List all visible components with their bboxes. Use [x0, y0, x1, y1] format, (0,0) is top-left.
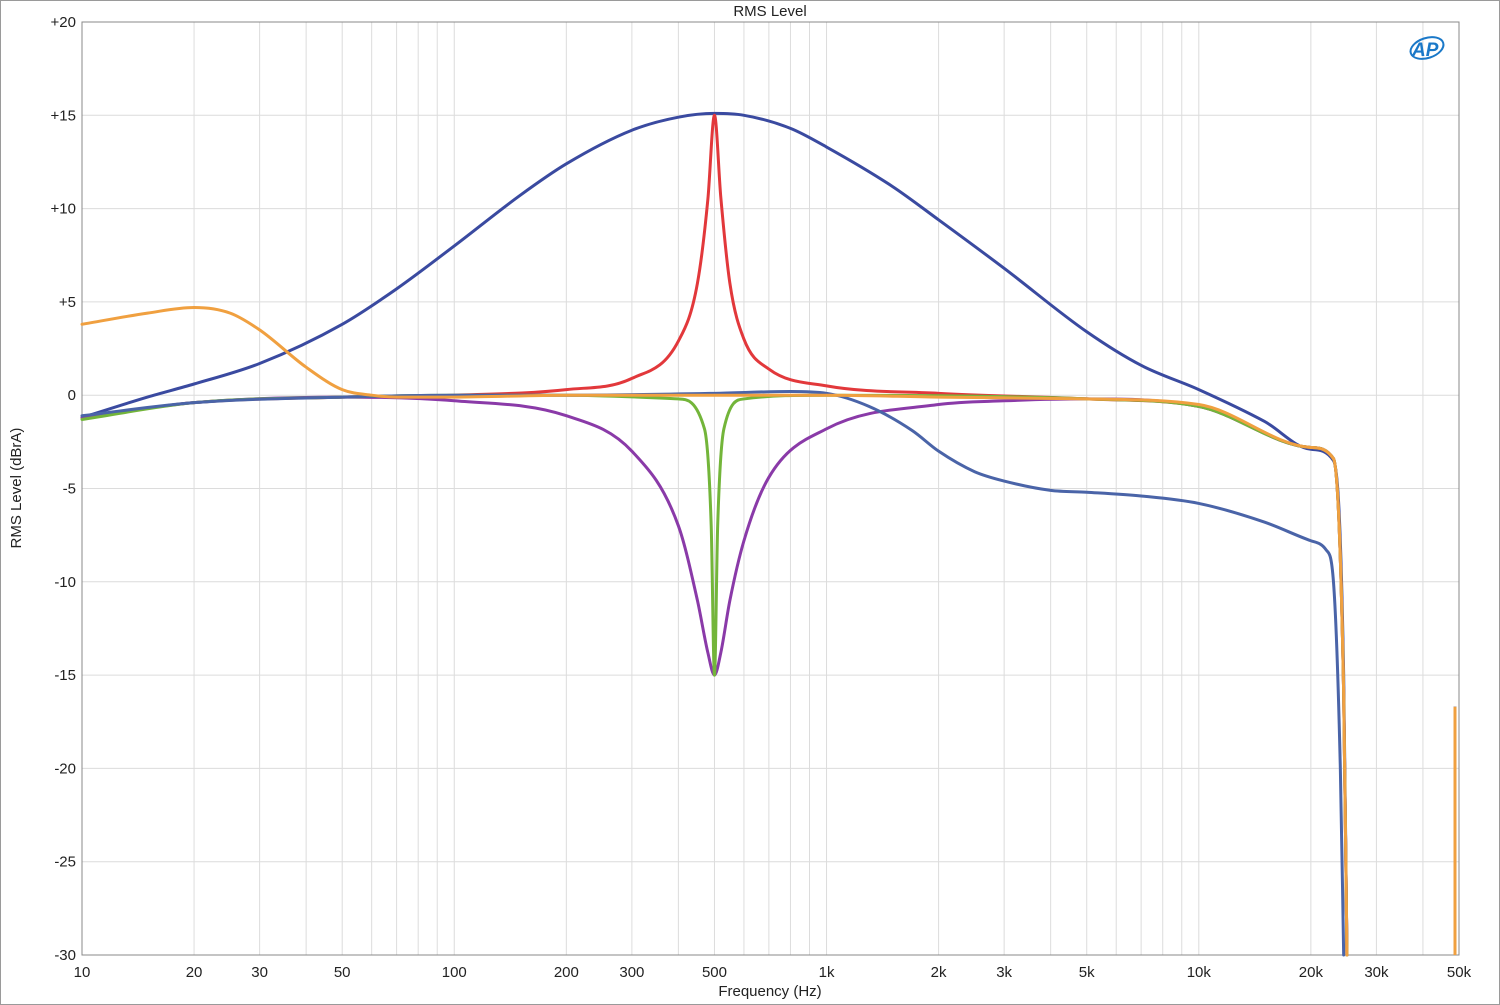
- ap-logo: AP: [1409, 36, 1445, 61]
- y-axis-label: RMS Level (dBrA): [8, 428, 25, 549]
- x-tick-label: 50: [334, 964, 351, 981]
- x-tick-label: 20k: [1299, 964, 1324, 981]
- chart-title: RMS Level: [733, 3, 806, 20]
- y-tick-label: +20: [51, 14, 76, 31]
- x-axis-label: Frequency (Hz): [718, 983, 821, 1000]
- grid: [82, 21, 1459, 956]
- x-tick-label: 50k: [1447, 964, 1472, 981]
- x-tick-label: 300: [619, 964, 644, 981]
- x-tick-label: 30k: [1364, 964, 1389, 981]
- x-tick-label: 20: [186, 964, 203, 981]
- x-tick-label: 30: [251, 964, 268, 981]
- x-tick-label: 3k: [996, 964, 1012, 981]
- y-tick-label: -30: [54, 947, 76, 964]
- y-tick-label: +5: [59, 294, 76, 311]
- y-tick-label: -20: [54, 760, 76, 777]
- y-tick-labels: +20 +15 +10 +5 0 -5 -10 -15 -20 -25 -30: [51, 14, 76, 964]
- x-tick-label: 5k: [1079, 964, 1095, 981]
- x-tick-label: 10k: [1187, 964, 1212, 981]
- x-tick-label: 1k: [819, 964, 835, 981]
- x-tick-label: 500: [702, 964, 727, 981]
- x-tick-label: 2k: [931, 964, 947, 981]
- y-tick-label: -5: [63, 481, 76, 498]
- y-tick-label: -15: [54, 667, 76, 684]
- rms-level-chart: RMS Level Frequency (Hz) RMS Level (dBrA…: [8, 3, 1472, 1000]
- x-tick-label: 100: [442, 964, 467, 981]
- y-tick-label: +15: [51, 107, 76, 124]
- x-tick-label: 10: [74, 964, 91, 981]
- y-tick-label: -25: [54, 854, 76, 871]
- y-tick-label: -10: [54, 574, 76, 591]
- x-tick-label: 200: [554, 964, 579, 981]
- ap-logo-text: AP: [1411, 40, 1439, 61]
- x-tick-labels: 10 20 30 50 100 200 300 500 1k 2k 3k 5k 10k 20k 30k 50k: [74, 964, 1472, 981]
- y-tick-label: 0: [68, 387, 76, 404]
- y-tick-label: +10: [51, 201, 76, 218]
